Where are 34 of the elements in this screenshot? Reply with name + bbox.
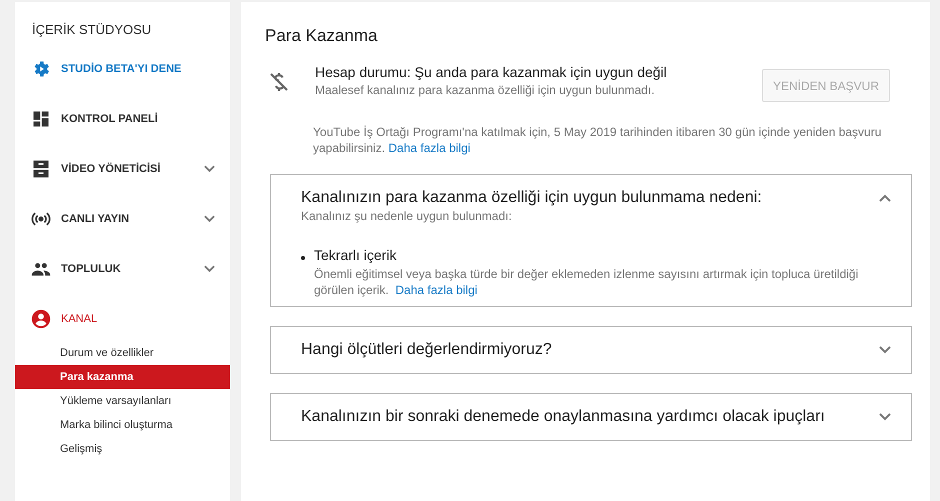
nav-item[interactable]: KONTROL PANELİ (61, 113, 215, 125)
reapply-note: YouTube İş Ortağı Programı'na katılmak için, 5 May 2019 tarihinden itibaren 30 gün içinde yeniden başvuru yapabilirsiniz. Daha fazla bilgi (313, 124, 882, 156)
sub-nav-item[interactable]: Para kazanma (15, 365, 230, 389)
bullet-icon (301, 256, 305, 260)
status-detail: Maalesef kanalınız para kazanma özelliği için uygun bulunmadı. (315, 83, 656, 97)
nav-item[interactable]: VİDEO YÖNETİCİSİ (61, 163, 204, 175)
sub-nav-item[interactable]: Marka bilinci oluşturma (15, 413, 230, 437)
accordion-title[interactable]: Kanalınızın para kazanma özelliği için uygun bulunmama nedeni: (301, 189, 879, 207)
nav-item[interactable]: STUDİO BETA'YI DENE (61, 63, 215, 75)
nav-item[interactable]: CANLI YAYIN (61, 213, 204, 225)
chevron-down-icon[interactable] (204, 165, 215, 173)
page-title: Para Kazanma (265, 26, 378, 46)
accordion-title[interactable]: Hangi ölçütleri değerlendirmiyoruz? (301, 341, 879, 359)
nav-item[interactable]: TOPLULUK (61, 263, 204, 275)
chevron-up-icon[interactable] (879, 194, 891, 202)
sub-nav-item[interactable]: Durum ve özellikler (15, 341, 230, 365)
sub-nav-item[interactable]: Yükleme varsayılanları (15, 389, 230, 413)
learn-more-link[interactable]: Daha fazla bilgi (395, 283, 478, 297)
sidebar-title: İÇERİK STÜDYOSU (31, 22, 152, 39)
status-heading: Hesap durumu: Şu anda para kazanmak için uygun değil (315, 64, 668, 80)
chevron-down-icon[interactable] (204, 265, 215, 273)
chevron-down-icon[interactable] (204, 215, 215, 223)
chevron-down-icon[interactable] (879, 346, 891, 354)
reason-text: Önemli eğitimsel veya başka türde bir değer eklemeden izlenme sayısını artırmak için topluca üretildiği görülen içerik. Daha fazla bilgi (314, 266, 860, 298)
archive-icon (31, 159, 51, 179)
dashboard-icon (31, 109, 51, 129)
learn-more-link[interactable]: Daha fazla bilgi (388, 141, 470, 155)
nav-item[interactable]: KANAL (61, 313, 215, 325)
sub-nav-item[interactable]: Gelişmiş (15, 437, 230, 461)
reason-title: Tekrarlı içerik (314, 247, 398, 263)
accordion-title[interactable]: Kanalınızın bir sonraki denemede onaylanmasına yardımcı olacak ipuçları (301, 408, 879, 426)
chevron-down-icon[interactable] (879, 413, 891, 421)
accordion-subtitle: Kanalınız şu nedenle uygun bulunmadı: (301, 209, 513, 223)
account-icon (31, 309, 51, 329)
